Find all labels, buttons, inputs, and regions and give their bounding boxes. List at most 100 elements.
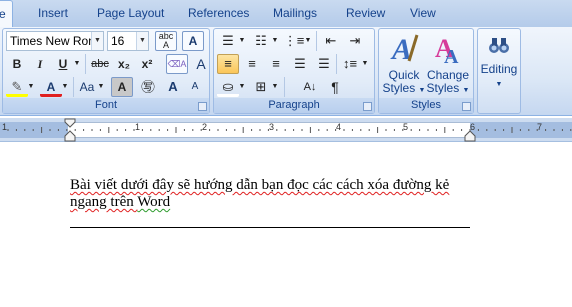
character-shading-icon[interactable]: A bbox=[111, 77, 133, 97]
font-color-dropdown-icon[interactable]: ▼ bbox=[60, 77, 70, 97]
svg-text:A: A bbox=[390, 33, 412, 66]
grow-font-icon[interactable]: A bbox=[190, 54, 212, 74]
strikethrough-button[interactable]: abc bbox=[89, 54, 111, 74]
separator bbox=[284, 77, 285, 97]
tab-references[interactable]: References bbox=[188, 6, 249, 20]
show-hide-marks-button[interactable]: ¶ bbox=[324, 77, 346, 97]
horizontal-ruler[interactable]: 1 1 2 3 4 5 6 7 bbox=[0, 118, 572, 142]
phonetic-guide-icon[interactable]: A bbox=[162, 77, 184, 97]
line-spacing-icon[interactable]: ↕≡ bbox=[339, 54, 361, 74]
chevron-down-icon[interactable]: ▼ bbox=[91, 32, 103, 50]
numbering-icon[interactable]: ☷ bbox=[250, 31, 272, 51]
shading-icon[interactable]: ⛀ bbox=[217, 77, 239, 97]
font-size-value: 16 bbox=[111, 34, 125, 48]
bullets-icon[interactable]: ☰ bbox=[217, 31, 239, 51]
tab-home[interactable]: e bbox=[0, 0, 13, 28]
change-styles-label-2: Styles bbox=[426, 81, 460, 95]
quick-styles-label-1: Quick bbox=[388, 68, 420, 82]
subscript-button[interactable]: x₂ bbox=[113, 54, 135, 74]
styles-group: A Quick Styles ▼ A A Change Styles ▼ Sty… bbox=[378, 28, 474, 114]
justify-icon[interactable]: ☰ bbox=[289, 54, 311, 74]
tab-review[interactable]: Review bbox=[346, 6, 385, 20]
multilevel-list-icon[interactable]: ⋮≡ bbox=[283, 31, 305, 51]
separator bbox=[85, 54, 86, 74]
character-border-icon[interactable]: A bbox=[182, 31, 204, 51]
document-text-line1: Bài viết dưới đây sẽ hướng dẫn bạn đọc c… bbox=[70, 177, 450, 193]
change-case-button[interactable]: Aa bbox=[76, 77, 98, 97]
change-styles-label-1: Change bbox=[426, 68, 470, 82]
ruler-number: 1 bbox=[135, 122, 141, 132]
decrease-indent-icon[interactable]: ⇤ bbox=[320, 31, 342, 51]
separator bbox=[73, 77, 74, 97]
align-right-icon[interactable]: ≡ bbox=[265, 54, 287, 74]
ruler-number: 4 bbox=[336, 122, 342, 132]
paragraph-group-label: Paragraph bbox=[214, 98, 374, 113]
align-center-icon[interactable]: ≡ bbox=[241, 54, 263, 74]
font-size-combo[interactable]: 16 ▼ bbox=[107, 31, 149, 51]
highlight-icon[interactable]: ✎ bbox=[6, 77, 28, 97]
borders-dropdown-icon[interactable]: ▼ bbox=[270, 77, 280, 97]
superscript-button[interactable]: x² bbox=[136, 54, 158, 74]
font-group: Times New Roma ▼ 16 ▼ abc A A B I U ▼ abc… bbox=[2, 28, 210, 114]
hanging-indent-marker[interactable] bbox=[64, 130, 76, 142]
tab-insert[interactable]: Insert bbox=[38, 6, 68, 20]
document-page[interactable]: Bài viết dưới đây sẽ hướng dẫn bạn đọc c… bbox=[0, 143, 572, 307]
tab-mailings[interactable]: Mailings bbox=[273, 6, 317, 20]
line-spacing-dropdown-icon[interactable]: ▼ bbox=[360, 54, 370, 74]
font-color-icon[interactable]: A bbox=[40, 77, 62, 97]
horizontal-line[interactable] bbox=[70, 227, 470, 228]
underline-button[interactable]: U bbox=[52, 54, 74, 74]
change-case-icon[interactable]: abc A bbox=[155, 31, 177, 51]
tab-view[interactable]: View bbox=[410, 6, 436, 20]
enclose-characters-icon[interactable]: ㊢ bbox=[137, 77, 159, 97]
quick-styles-icon: A bbox=[382, 31, 426, 69]
ruler-ticks bbox=[7, 127, 572, 133]
align-left-icon[interactable]: ≡ bbox=[217, 54, 239, 74]
ribbon-tab-bar: e Insert Page Layout References Mailings… bbox=[0, 0, 572, 28]
font-name-combo[interactable]: Times New Roma ▼ bbox=[6, 31, 104, 51]
borders-icon[interactable]: ⊞ bbox=[250, 77, 272, 97]
separator bbox=[336, 54, 337, 74]
multilevel-list-dropdown-icon[interactable]: ▼ bbox=[303, 31, 313, 51]
change-case-dropdown-icon[interactable]: ▼ bbox=[96, 77, 106, 97]
distributed-icon[interactable]: ☰ bbox=[313, 54, 335, 74]
document-paragraph[interactable]: Bài viết dưới đây sẽ hướng dẫn bạn đọc c… bbox=[70, 177, 470, 211]
binoculars-icon bbox=[478, 33, 520, 63]
shrink-font-icon[interactable]: A bbox=[184, 77, 206, 97]
ruler-number: 1 bbox=[2, 122, 8, 132]
chevron-down-icon[interactable]: ▼ bbox=[136, 32, 148, 50]
styles-group-label: Styles bbox=[379, 98, 473, 113]
separator bbox=[316, 31, 317, 51]
font-name-value: Times New Roma bbox=[10, 34, 104, 48]
tab-page-layout[interactable]: Page Layout bbox=[97, 6, 164, 20]
bold-button[interactable]: B bbox=[6, 54, 28, 74]
editing-label: Editing bbox=[480, 62, 518, 76]
bullets-dropdown-icon[interactable]: ▼ bbox=[237, 31, 247, 51]
right-indent-marker[interactable] bbox=[464, 130, 476, 142]
change-styles-icon: A A bbox=[426, 31, 470, 69]
chevron-down-icon: ▼ bbox=[462, 87, 470, 94]
svg-text:A: A bbox=[444, 46, 459, 67]
italic-button[interactable]: I bbox=[29, 54, 51, 74]
highlight-dropdown-icon[interactable]: ▼ bbox=[26, 77, 36, 97]
first-line-indent-marker[interactable] bbox=[64, 118, 76, 128]
document-text-line2: ngang trên bbox=[70, 194, 138, 210]
editing-group[interactable]: Editing ▼ bbox=[477, 28, 521, 114]
underline-dropdown-icon[interactable]: ▼ bbox=[72, 54, 82, 74]
numbering-dropdown-icon[interactable]: ▼ bbox=[270, 31, 280, 51]
font-dialog-launcher-icon[interactable] bbox=[198, 102, 207, 111]
shading-dropdown-icon[interactable]: ▼ bbox=[237, 77, 247, 97]
ruler-number: 3 bbox=[269, 122, 275, 132]
ruler-number: 5 bbox=[403, 122, 409, 132]
increase-indent-icon[interactable]: ⇥ bbox=[344, 31, 366, 51]
sort-icon[interactable]: A↓ bbox=[299, 77, 321, 97]
chevron-down-icon: ▼ bbox=[418, 87, 426, 94]
quick-styles-button[interactable]: A Quick Styles ▼ bbox=[382, 31, 426, 97]
document-text-word: Word bbox=[137, 194, 171, 210]
styles-dialog-launcher-icon[interactable] bbox=[462, 102, 471, 111]
paragraph-dialog-launcher-icon[interactable] bbox=[363, 102, 372, 111]
editing-button[interactable]: Editing ▼ bbox=[478, 33, 520, 91]
clear-formatting-icon[interactable]: ⌫A bbox=[166, 54, 188, 74]
change-styles-button[interactable]: A A Change Styles ▼ bbox=[426, 31, 470, 97]
font-group-label: Font bbox=[3, 98, 209, 113]
